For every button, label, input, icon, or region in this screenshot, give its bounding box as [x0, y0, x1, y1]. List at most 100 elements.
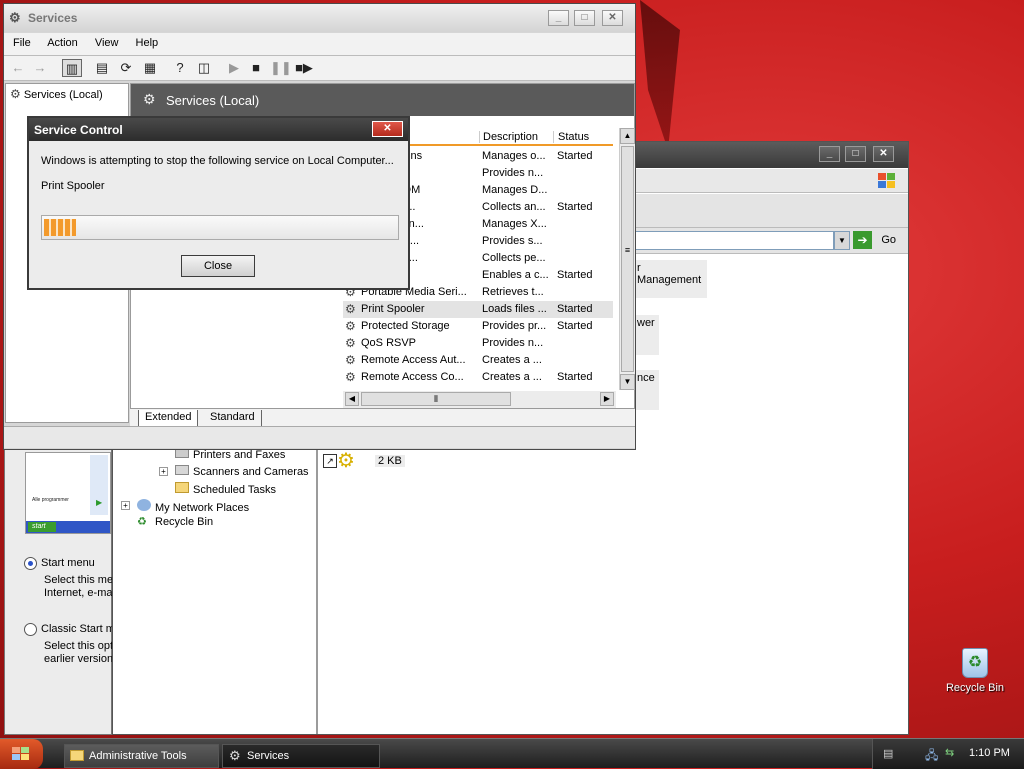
- services-minimize-button[interactable]: _: [548, 10, 569, 26]
- scanner-icon: [175, 465, 189, 475]
- header-gear-icon: ⚙: [143, 91, 156, 107]
- taskbar-services[interactable]: ⚙ Services: [222, 744, 380, 768]
- maximize-button[interactable]: □: [845, 146, 866, 162]
- service-status: Started: [557, 269, 593, 281]
- service-description: Provides n...: [482, 167, 544, 179]
- restart-icon[interactable]: ■▶: [294, 59, 314, 77]
- service-description: Collects pe...: [482, 252, 546, 264]
- service-description: Provides s...: [482, 235, 543, 247]
- service-description: Creates a ...: [482, 354, 542, 366]
- close-button[interactable]: Close: [181, 255, 255, 277]
- keyboard-tray-icon[interactable]: ▤: [883, 747, 893, 760]
- taskbar-admin-tools[interactable]: Administrative Tools: [64, 744, 219, 768]
- services-vscrollbar[interactable]: ▲ ≡ ▼: [619, 128, 635, 390]
- scroll-down-icon[interactable]: ▼: [620, 374, 635, 390]
- service-description: Manages X...: [482, 218, 547, 230]
- service-description: Provides n...: [482, 337, 544, 349]
- service-gear-icon: ⚙: [345, 370, 356, 384]
- shortcut-file[interactable]: ↗ ⚙ 2 KB: [323, 450, 419, 472]
- safely-remove-tray-icon[interactable]: ⇆: [945, 746, 954, 759]
- pause-icon[interactable]: ❚❚: [270, 59, 292, 77]
- tab-extended[interactable]: Extended: [138, 410, 199, 426]
- column-description[interactable]: Description: [479, 131, 553, 143]
- dialog-close-icon[interactable]: ✕: [372, 121, 403, 137]
- services-task-icon: ⚙: [229, 748, 241, 763]
- classic-start-menu-radio[interactable]: [24, 623, 37, 636]
- menu-file[interactable]: File: [13, 37, 31, 49]
- service-row[interactable]: ⚙ Print Spooler Loads files ... Started: [343, 301, 613, 318]
- services-titlebar: ⚙ Services _ □ ✕: [4, 4, 635, 32]
- hscroll-thumb[interactable]: ⦀: [361, 392, 511, 406]
- service-status: Started: [557, 150, 593, 162]
- service-row[interactable]: ⚙ Protected Storage Provides pr... Started: [343, 318, 613, 335]
- dialog-message: Windows is attempting to stop the follow…: [41, 155, 394, 167]
- service-row[interactable]: ⚙ Remote Access Aut... Creates a ...: [343, 352, 613, 369]
- network-tray-icon[interactable]: 🖧: [925, 746, 938, 767]
- stop-icon[interactable]: ■: [246, 59, 266, 77]
- close-button[interactable]: ✕: [873, 146, 894, 162]
- start-button[interactable]: [0, 739, 43, 769]
- tree-item-scheduled-tasks[interactable]: Scheduled Tasks: [175, 482, 276, 496]
- service-row[interactable]: ⚙ QoS RSVP Provides n...: [343, 335, 613, 352]
- windows-logo-icon: [876, 171, 898, 191]
- service-name: QoS RSVP: [361, 337, 417, 349]
- back-arrow-icon[interactable]: ←: [8, 59, 28, 77]
- services-title-icon: ⚙: [9, 10, 21, 25]
- forward-arrow-icon[interactable]: →: [30, 59, 50, 77]
- services-maximize-button[interactable]: □: [574, 10, 595, 26]
- export-list-icon[interactable]: ▦: [140, 59, 160, 77]
- taskbar: Administrative Tools ⚙ Services ▤ 🖧 ⇆ 1:…: [0, 738, 1024, 769]
- menu-action[interactable]: Action: [47, 37, 78, 49]
- service-gear-icon: ⚙: [345, 319, 356, 333]
- service-description: Provides pr...: [482, 320, 547, 332]
- go-button[interactable]: Go: [881, 234, 896, 246]
- tree-item-services-local[interactable]: ⚙ Services (Local): [10, 87, 103, 101]
- show-hide-tree-icon[interactable]: ▥: [62, 59, 82, 77]
- start-menu-radio[interactable]: [24, 557, 37, 570]
- service-description: Collects an...: [482, 201, 546, 213]
- tree-expander-scanners[interactable]: +: [159, 467, 168, 476]
- services-toolbar: ← → ▥ ▤ ⟳ ▦ ? ◫ ▶ ■ ❚❚ ■▶: [4, 55, 635, 81]
- scroll-thumb[interactable]: ≡: [621, 146, 634, 372]
- tree-item-network-places[interactable]: My Network Places: [137, 499, 249, 514]
- go-arrow-icon[interactable]: ➔: [853, 231, 872, 249]
- service-description: Enables a c...: [482, 269, 549, 281]
- properties-icon[interactable]: ▤: [92, 59, 112, 77]
- system-tray: ▤ 🖧 ⇆ 1:10 PM: [872, 739, 1024, 769]
- help-icon[interactable]: ?: [170, 59, 190, 77]
- address-dropdown-button[interactable]: ▼: [834, 231, 850, 250]
- column-status[interactable]: Status: [553, 131, 613, 143]
- recycle-bin-icon: ♻: [962, 648, 988, 678]
- play-icon[interactable]: ▶: [224, 59, 244, 77]
- console-icon[interactable]: ◫: [194, 59, 214, 77]
- taskbar-clock: 1:10 PM: [969, 747, 1010, 759]
- scroll-left-icon[interactable]: ◀: [345, 392, 359, 406]
- service-name: Protected Storage: [361, 320, 450, 332]
- service-description: Creates a ...: [482, 371, 542, 383]
- right-item-3[interactable]: nce: [635, 370, 659, 410]
- services-title: Services: [28, 11, 78, 25]
- minimize-button[interactable]: _: [819, 146, 840, 162]
- start-menu-label[interactable]: Start menu: [41, 557, 95, 569]
- service-status: Started: [557, 303, 593, 315]
- dialog-titlebar: Service Control ✕: [29, 118, 408, 141]
- tree-item-recycle-bin[interactable]: ♻ Recycle Bin: [137, 516, 213, 528]
- services-hscrollbar[interactable]: ◀ ⦀ ▶: [343, 391, 616, 408]
- tree-expander-network[interactable]: +: [121, 501, 130, 510]
- menu-view[interactable]: View: [95, 37, 119, 49]
- menu-help[interactable]: Help: [136, 37, 159, 49]
- gear-file-icon: ⚙: [337, 450, 355, 472]
- tree-item-scanners[interactable]: Scanners and Cameras: [175, 465, 309, 478]
- refresh-icon[interactable]: ⟳: [116, 59, 136, 77]
- right-item-1[interactable]: r Management: [635, 260, 707, 298]
- services-close-button[interactable]: ✕: [602, 10, 623, 26]
- tab-standard[interactable]: Standard: [204, 410, 262, 426]
- view-tabs: Extended Standard: [130, 408, 635, 426]
- service-row[interactable]: ⚙ Remote Access Co... Creates a ... Started: [343, 369, 613, 386]
- right-item-2[interactable]: wer: [635, 315, 659, 355]
- folder-task-icon: [70, 750, 84, 761]
- desktop-recycle-bin[interactable]: ♻ Recycle Bin: [940, 648, 1010, 704]
- scroll-up-icon[interactable]: ▲: [620, 128, 635, 144]
- classic-start-menu-label[interactable]: Classic Start m: [41, 623, 115, 635]
- scroll-right-icon[interactable]: ▶: [600, 392, 614, 406]
